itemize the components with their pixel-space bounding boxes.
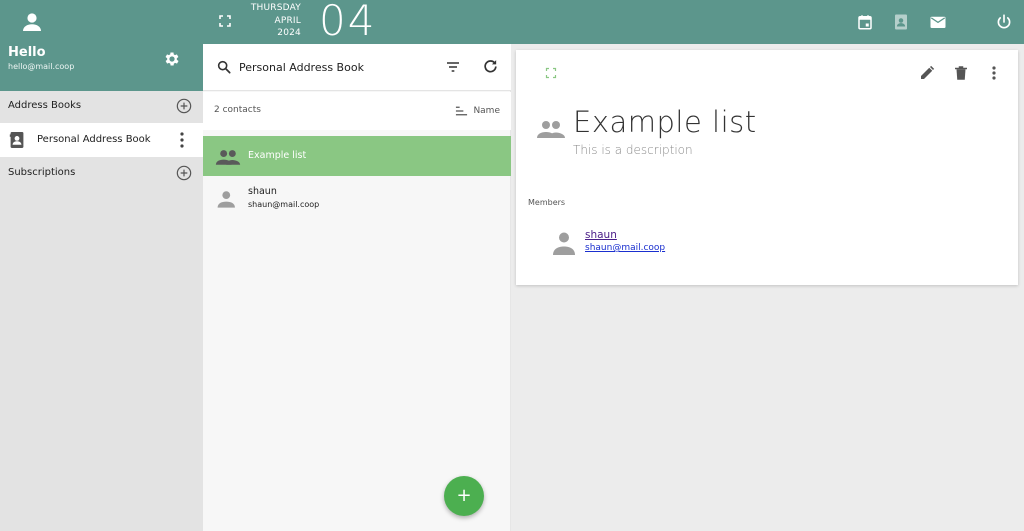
subscriptions-label: Subscriptions [8,167,76,178]
contact-name: shaun [248,186,277,197]
list-item-contact[interactable]: shaun shaun@mail.coop [203,178,511,218]
add-contact-button[interactable]: + [444,476,484,516]
sidebar-item-personal-address-book[interactable]: Personal Address Book [0,123,203,157]
more-vert-icon[interactable] [988,64,1000,82]
date-year: 2024 [277,28,301,38]
user-email: hello@mail.coop [8,62,75,71]
member-email-link[interactable]: shaun@mail.coop [585,243,665,253]
contact-email: shaun@mail.coop [248,200,320,209]
list-item-example-list[interactable]: Example list [203,136,511,176]
group-icon [215,150,241,165]
group-icon [537,121,565,138]
fullscreen-icon[interactable] [217,13,233,29]
user-header: Hello hello@mail.coop [0,0,203,91]
sidebar: Hello hello@mail.coop Address Books Pers… [0,0,203,531]
address-book-icon [9,132,24,148]
member-name-link[interactable]: shaun [585,229,617,241]
mail-icon[interactable] [929,13,947,31]
sidebar-item-label: Personal Address Book [37,134,151,145]
more-vert-icon[interactable] [176,131,188,149]
contact-list-pane: 2 contacts Name Example list shaun shaun… [203,44,511,531]
top-bar: THURSDAY APRIL 2024 04 [203,0,1024,45]
contacts-icon[interactable] [892,13,910,31]
contact-count: 2 contacts [214,105,261,115]
contact-detail-card: Example list This is a description Membe… [516,50,1018,285]
date-month: APRIL [274,15,301,26]
sort-icon [456,106,468,116]
sort-label: Name [473,106,500,116]
search-bar [203,44,511,91]
user-avatar-icon[interactable] [20,10,44,34]
date-text: THURSDAY APRIL 2024 [243,2,301,40]
date-weekday: THURSDAY [250,3,301,13]
gear-icon[interactable] [163,50,181,68]
address-books-section: Address Books [0,91,203,121]
trash-icon[interactable] [952,64,970,82]
contact-count-row: 2 contacts Name [203,92,511,130]
add-subscription-icon[interactable] [176,165,192,181]
list-title: Example list [573,105,757,139]
list-description: This is a description [573,143,693,157]
search-input[interactable] [239,56,429,78]
add-address-book-icon[interactable] [176,98,192,114]
list-item-title: Example list [248,150,307,161]
date-day: 04 [319,0,377,45]
search-icon[interactable] [216,59,232,75]
calendar-icon[interactable] [856,13,874,31]
refresh-icon[interactable] [482,58,499,75]
fullscreen-icon[interactable] [545,67,557,79]
subscriptions-section: Subscriptions [0,158,203,188]
person-icon [553,232,575,255]
filter-icon[interactable] [445,59,461,75]
person-icon [217,191,235,208]
pencil-icon[interactable] [918,64,936,82]
user-greeting: Hello [8,45,46,60]
sort-button[interactable]: Name [455,102,500,120]
members-label: Members [528,198,566,207]
address-books-label: Address Books [8,100,82,111]
power-icon[interactable] [995,13,1013,31]
